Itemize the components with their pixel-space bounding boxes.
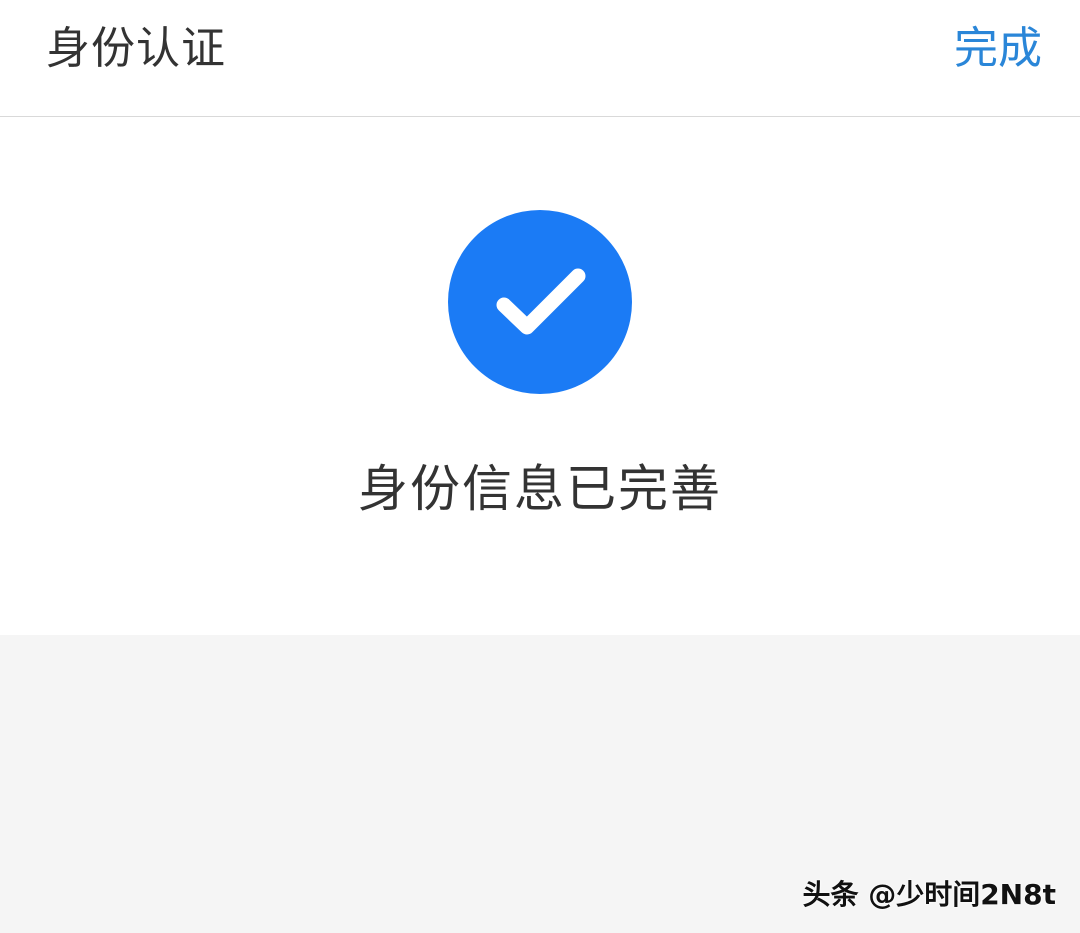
watermark-text: 头条 @少时间2N8t [802,878,1056,911]
status-message: 身份信息已完善 [358,460,722,518]
top-bar: 身份认证 完成 [0,0,1080,117]
page-title: 身份认证 [46,23,226,74]
check-circle-icon [448,210,632,394]
status-panel: 身份信息已完善 [0,117,1080,635]
done-button[interactable]: 完成 [954,22,1042,76]
